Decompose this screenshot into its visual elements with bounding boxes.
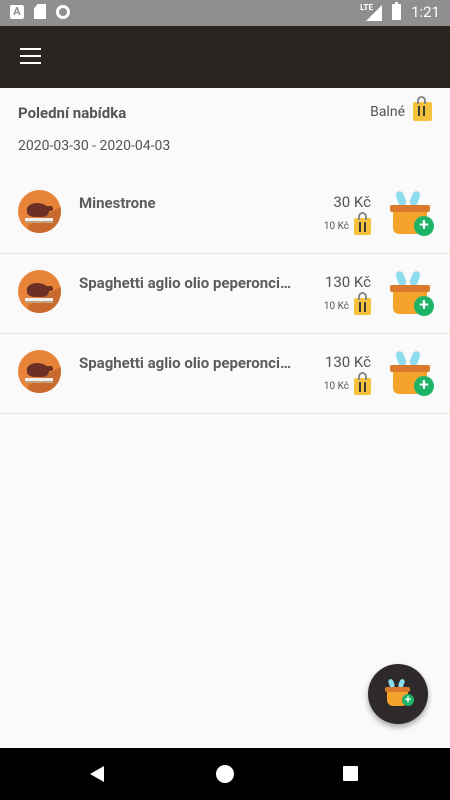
- packaging-fee: 10 Kč: [323, 212, 371, 235]
- takeaway-bag-icon: [354, 292, 371, 315]
- roast-meat-icon: [18, 190, 61, 233]
- a-notification-icon: A: [10, 4, 24, 19]
- system-nav-bar: [0, 748, 450, 800]
- takeaway-bag-icon: [354, 212, 371, 235]
- item-price: 130 Kč: [324, 353, 371, 371]
- date-range: 2020-03-30 - 2020-04-03: [18, 138, 171, 154]
- lte-signal-icon: LTE: [360, 3, 383, 21]
- add-to-basket-button[interactable]: +: [387, 190, 434, 238]
- item-name: Spaghetti aglio olio peperoncino: [79, 354, 294, 372]
- packaging-fee-value: 10 Kč: [323, 221, 349, 232]
- item-name: Spaghetti aglio olio peperoncino: [79, 274, 294, 292]
- add-to-basket-button[interactable]: +: [387, 350, 434, 398]
- plus-icon: +: [414, 376, 434, 396]
- app-bar: [0, 26, 450, 88]
- packaging-fee: 10 Kč: [323, 372, 371, 395]
- takeaway-bag-icon: [354, 372, 371, 395]
- add-to-basket-button[interactable]: +: [387, 270, 434, 318]
- back-icon[interactable]: [90, 766, 104, 782]
- circle-notification-icon: [56, 4, 70, 19]
- takeaway-bag-icon: [413, 96, 432, 121]
- recent-apps-icon[interactable]: [343, 766, 358, 781]
- roast-meat-icon: [18, 350, 61, 393]
- list-item[interactable]: Spaghetti aglio olio peperoncino 130 Kč …: [0, 254, 450, 334]
- packaging-fee: 10 Kč: [323, 292, 371, 315]
- menu-header: Polední nabídka 2020-03-30 - 2020-04-03 …: [18, 96, 432, 154]
- status-bar: A LTE 1:21: [0, 0, 450, 26]
- list-item[interactable]: Minestrone 30 Kč 10 Kč +: [0, 174, 450, 254]
- plus-icon: +: [414, 216, 434, 236]
- home-icon[interactable]: [216, 765, 234, 783]
- item-price: 30 Kč: [333, 193, 371, 211]
- plus-icon: +: [414, 296, 434, 316]
- plus-icon: +: [402, 694, 414, 706]
- packaging-label: Balné: [370, 103, 405, 120]
- packaging-fee-value: 10 Kč: [323, 301, 349, 312]
- battery-icon: [392, 2, 402, 20]
- basket-icon: +: [383, 678, 414, 708]
- sd-card-icon: [34, 4, 46, 19]
- packaging-info: Balné: [370, 96, 432, 121]
- item-price: 130 Kč: [324, 273, 371, 291]
- packaging-fee-value: 10 Kč: [323, 381, 349, 392]
- status-time: 1:21: [411, 3, 440, 21]
- roast-meat-icon: [18, 270, 61, 313]
- hamburger-menu-icon[interactable]: [20, 48, 41, 64]
- basket-fab-button[interactable]: +: [368, 664, 428, 724]
- list-item[interactable]: Spaghetti aglio olio peperoncino 130 Kč …: [0, 334, 450, 414]
- menu-list: Minestrone 30 Kč 10 Kč + Spaghetti aglio…: [0, 174, 450, 414]
- item-name: Minestrone: [79, 194, 156, 212]
